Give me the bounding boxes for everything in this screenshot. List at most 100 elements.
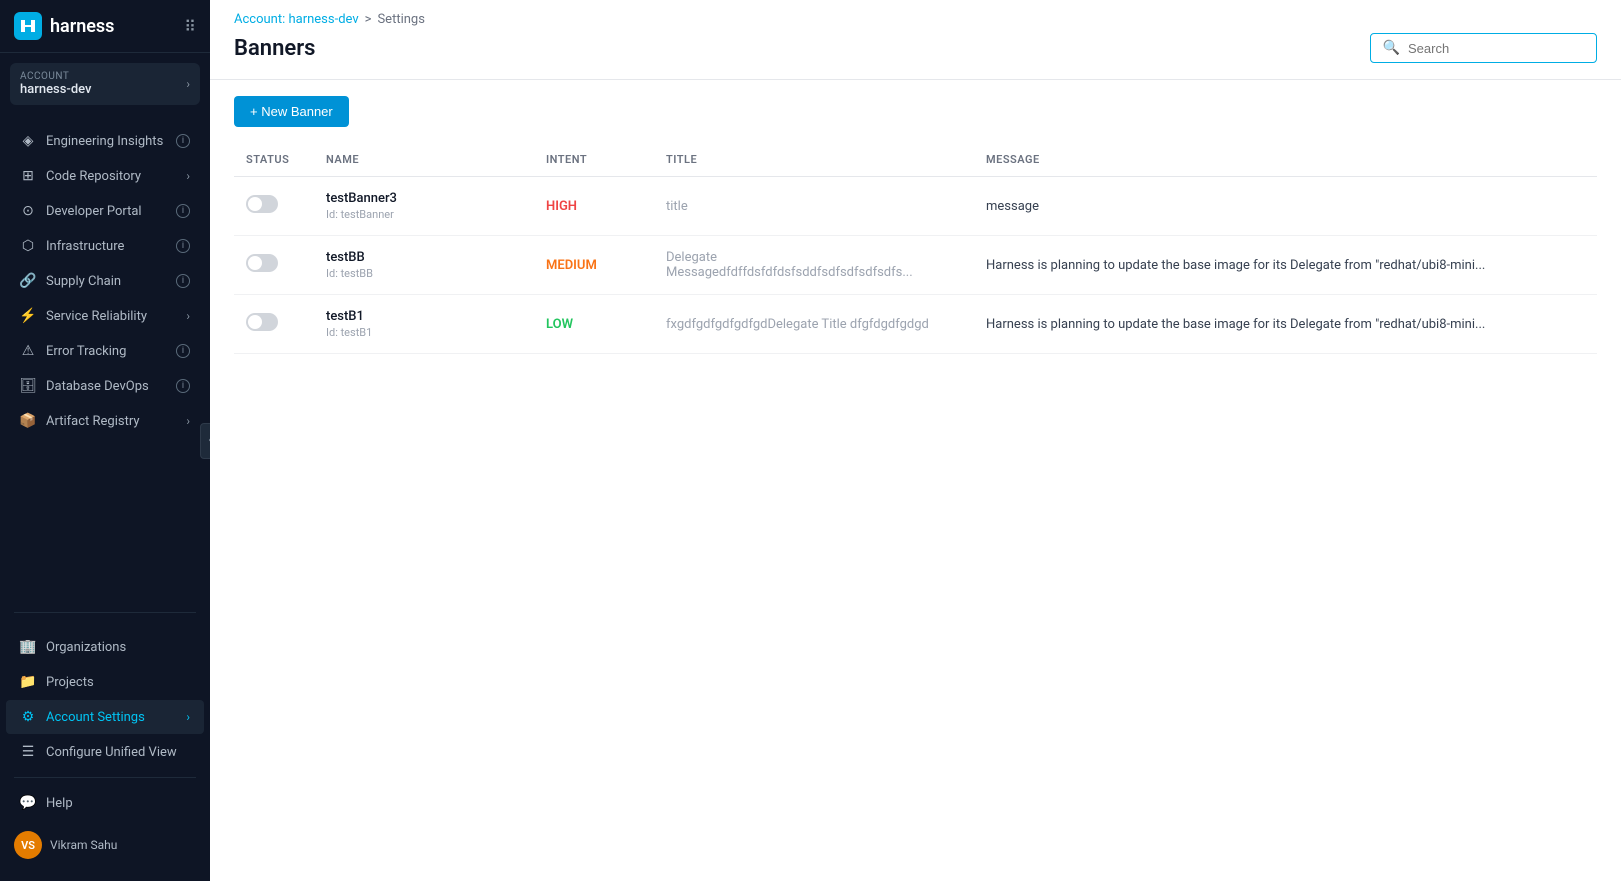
user-area: VS Vikram Sahu	[0, 821, 210, 869]
sidebar-item-supply-chain[interactable]: 🔗 Supply Chain i	[6, 264, 204, 298]
row-status-cell-2	[234, 236, 314, 295]
harness-logo-icon	[14, 12, 42, 40]
breadcrumb-separator: >	[365, 12, 372, 27]
table-row: testBB Id: testBB MEDIUM Delegate Messag…	[234, 236, 1597, 295]
artifact-registry-icon: 📦	[20, 413, 36, 429]
artifact-registry-chevron-icon: ›	[186, 414, 190, 428]
toolbar: + New Banner	[234, 80, 1597, 143]
sidebar-label-organizations: Organizations	[46, 640, 126, 655]
banner-name-2: testBB	[326, 250, 522, 265]
breadcrumb: Account: harness-dev > Settings	[210, 0, 1621, 27]
row-intent-cell-1: HIGH	[534, 177, 654, 236]
developer-portal-info-icon: i	[176, 204, 190, 218]
sidebar-item-account-settings[interactable]: ⚙ Account Settings ›	[6, 700, 204, 734]
row-status-cell-3	[234, 295, 314, 354]
code-repository-chevron-icon: ›	[186, 169, 190, 183]
column-intent: INTENT	[534, 143, 654, 177]
sidebar-item-code-repository[interactable]: ⊞ Code Repository ›	[6, 159, 204, 193]
row-intent-cell-3: LOW	[534, 295, 654, 354]
engineering-insights-info-icon: i	[176, 134, 190, 148]
table-row: testB1 Id: testB1 LOW fxgdfgdfgdfgdfgdDe…	[234, 295, 1597, 354]
search-input[interactable]	[1408, 41, 1584, 56]
sidebar-label-developer-portal: Developer Portal	[46, 204, 142, 219]
sidebar-divider-2	[14, 777, 196, 778]
sidebar-item-artifact-registry[interactable]: 📦 Artifact Registry ›	[6, 404, 204, 438]
account-switcher[interactable]: ACCOUNT harness-dev ›	[10, 63, 200, 105]
table-area: + New Banner STATUS NAME INTENT TITLE ME…	[210, 80, 1621, 881]
sidebar-item-engineering-insights[interactable]: ◈ Engineering Insights i	[6, 124, 204, 158]
row-message-3: Harness is planning to update the base i…	[986, 317, 1485, 332]
column-message: MESSAGE	[974, 143, 1597, 177]
sidebar-label-code-repository: Code Repository	[46, 169, 141, 184]
configure-unified-view-icon: ☰	[20, 744, 36, 760]
sidebar-label-account-settings: Account Settings	[46, 710, 145, 725]
row-name-cell: testBanner3 Id: testBanner	[314, 177, 534, 236]
sidebar-divider	[14, 612, 196, 613]
sidebar-label-supply-chain: Supply Chain	[46, 274, 121, 289]
sidebar-bottom: 🏢 Organizations 📁 Projects ⚙ Account Set…	[0, 621, 210, 881]
intent-badge-1: HIGH	[546, 199, 577, 214]
banners-table: STATUS NAME INTENT TITLE MESSAGE testBan…	[234, 143, 1597, 354]
account-settings-icon: ⚙	[20, 709, 36, 725]
banner-id-1: Id: testBanner	[326, 208, 522, 221]
sidebar-item-developer-portal[interactable]: ⊙ Developer Portal i	[6, 194, 204, 228]
table-header: STATUS NAME INTENT TITLE MESSAGE	[234, 143, 1597, 177]
row-toggle-3[interactable]	[246, 313, 278, 331]
intent-badge-3: LOW	[546, 317, 573, 332]
row-title-cell-1: title	[654, 177, 974, 236]
sidebar-label-error-tracking: Error Tracking	[46, 344, 126, 359]
sidebar-logo-area: harness ⠿	[0, 0, 210, 53]
row-message-cell-3: Harness is planning to update the base i…	[974, 295, 1597, 354]
sidebar-label-configure-unified-view: Configure Unified View	[46, 745, 177, 760]
banner-id-3: Id: testB1	[326, 326, 522, 339]
engineering-insights-icon: ◈	[20, 133, 36, 149]
banner-id-2: Id: testBB	[326, 267, 522, 280]
sidebar-nav: ◈ Engineering Insights i ⊞ Code Reposito…	[0, 115, 210, 604]
sidebar-item-projects[interactable]: 📁 Projects	[6, 665, 204, 699]
sidebar-item-help[interactable]: 💬 Help	[6, 786, 204, 820]
breadcrumb-account-link[interactable]: Account: harness-dev	[234, 12, 359, 27]
service-reliability-chevron-icon: ›	[186, 309, 190, 323]
logo-text: harness	[50, 16, 114, 37]
account-label: ACCOUNT	[20, 71, 91, 82]
intent-badge-2: MEDIUM	[546, 258, 597, 273]
database-devops-icon: 🗄	[20, 378, 36, 394]
column-title: TITLE	[654, 143, 974, 177]
account-name: harness-dev	[20, 82, 91, 97]
sidebar-item-database-devops[interactable]: 🗄 Database DevOps i	[6, 369, 204, 403]
row-toggle-2[interactable]	[246, 254, 278, 272]
sidebar-item-configure-unified-view[interactable]: ☰ Configure Unified View	[6, 735, 204, 769]
grid-icon[interactable]: ⠿	[184, 17, 196, 36]
row-message-2: Harness is planning to update the base i…	[986, 258, 1485, 273]
service-reliability-icon: ⚡	[20, 308, 36, 324]
banner-name-3: testB1	[326, 309, 522, 324]
row-intent-cell-2: MEDIUM	[534, 236, 654, 295]
row-message-cell-1: message	[974, 177, 1597, 236]
row-title-2: Delegate Messagedfdffdsfdfdsfsddfsdfsdfs…	[666, 250, 913, 280]
column-status: STATUS	[234, 143, 314, 177]
sidebar: harness ⠿ ACCOUNT harness-dev › ◈ Engine…	[0, 0, 210, 881]
search-box[interactable]: 🔍	[1370, 33, 1597, 63]
sidebar-label-infrastructure: Infrastructure	[46, 239, 124, 254]
infrastructure-icon: ⬡	[20, 238, 36, 254]
sidebar-label-engineering-insights: Engineering Insights	[46, 134, 163, 149]
sidebar-item-organizations[interactable]: 🏢 Organizations	[6, 630, 204, 664]
breadcrumb-current: Settings	[377, 12, 424, 27]
sidebar-item-infrastructure[interactable]: ⬡ Infrastructure i	[6, 229, 204, 263]
sidebar-label-projects: Projects	[46, 675, 94, 690]
sidebar-item-error-tracking[interactable]: ⚠ Error Tracking i	[6, 334, 204, 368]
new-banner-button[interactable]: + New Banner	[234, 96, 349, 127]
banner-name-1: testBanner3	[326, 191, 522, 206]
sidebar-item-service-reliability[interactable]: ⚡ Service Reliability ›	[6, 299, 204, 333]
supply-chain-info-icon: i	[176, 274, 190, 288]
user-name: Vikram Sahu	[50, 838, 117, 852]
page-header: Banners 🔍	[210, 27, 1621, 80]
user-avatar: VS	[14, 831, 42, 859]
row-name-cell-2: testBB Id: testBB	[314, 236, 534, 295]
code-repository-icon: ⊞	[20, 168, 36, 184]
row-title-3: fxgdfgdfgdfgdfgdDelegate Title dfgfdgdfg…	[666, 317, 929, 332]
supply-chain-icon: 🔗	[20, 273, 36, 289]
sidebar-collapse-button[interactable]: ‹	[200, 423, 210, 459]
organizations-icon: 🏢	[20, 639, 36, 655]
row-toggle-1[interactable]	[246, 195, 278, 213]
